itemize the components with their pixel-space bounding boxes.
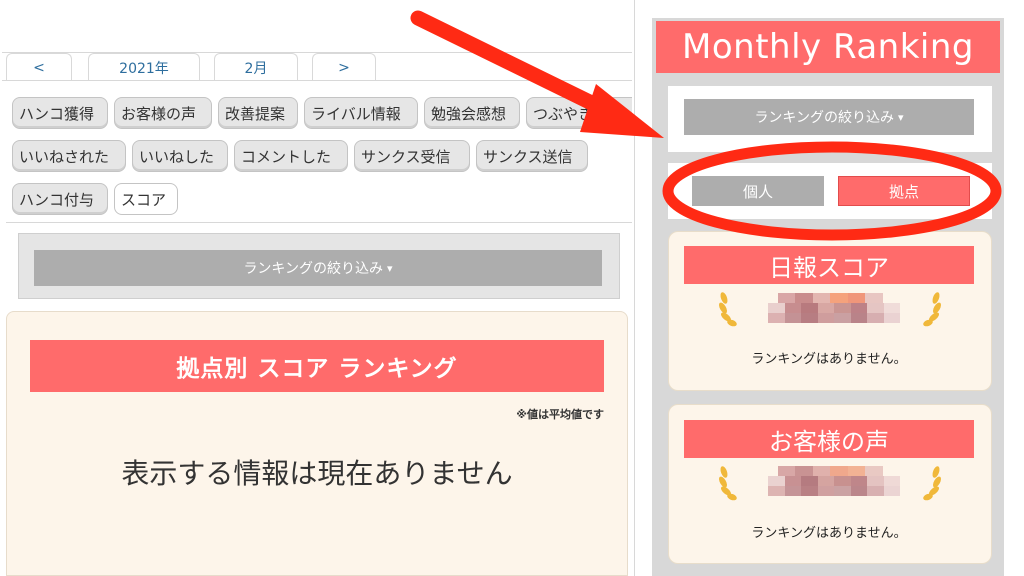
chip-score[interactable]: スコア	[114, 183, 178, 215]
ranking-filter-button[interactable]: ランキングの絞り込み ▾	[34, 250, 602, 286]
sidebar-title: Monthly Ranking	[656, 21, 1000, 73]
month-navigation: < 2021年 2月 >	[0, 53, 634, 81]
personal-toggle-button[interactable]: 個人	[692, 176, 824, 206]
sidebar-filter-label: ランキングの絞り込み	[754, 110, 895, 126]
chip-like[interactable]: いいねした	[132, 140, 228, 172]
chip-improvement[interactable]: 改善提案	[218, 97, 298, 129]
main-pane: < 2021年 2月 > ハンコ獲得 お客様の声 改善提案 ライバル情報 勉強会…	[0, 0, 636, 576]
laurel-icon	[918, 290, 944, 330]
chip-commented[interactable]: コメントした	[234, 140, 348, 172]
ranking-title: 拠点別 スコア ランキング	[30, 340, 604, 392]
average-note: ※値は平均値です	[516, 408, 604, 421]
prev-month-tab[interactable]: <	[6, 53, 72, 81]
laurel-icon	[918, 464, 944, 504]
next-month-tab[interactable]: >	[312, 53, 376, 81]
card-title: 日報スコア	[684, 246, 974, 284]
sidebar-filter-button[interactable]: ランキングの絞り込み ▾	[684, 99, 974, 135]
divider	[634, 0, 635, 576]
divider	[6, 222, 632, 223]
divider	[2, 80, 632, 81]
filter-label: ランキングの絞り込み	[243, 261, 384, 277]
chevron-down-icon: ▾	[387, 261, 393, 275]
year-tab[interactable]: 2021年	[88, 53, 200, 81]
chip-hanko-get[interactable]: ハンコ獲得	[12, 97, 108, 129]
blurred-name	[768, 466, 900, 506]
chip-study-report[interactable]: 勉強会感想	[424, 97, 520, 129]
chip-liked[interactable]: いいねされた	[12, 140, 126, 172]
month-tab[interactable]: 2月	[214, 53, 298, 81]
chip-rival-info[interactable]: ライバル情報	[304, 97, 418, 129]
chip-tweet[interactable]: つぶやき	[526, 97, 632, 129]
laurel-icon	[716, 290, 742, 330]
empty-message: 表示する情報は現在ありません	[121, 457, 513, 490]
card-title: お客様の声	[684, 420, 974, 458]
chip-hanko-give[interactable]: ハンコ付与	[12, 183, 108, 215]
chip-thanks-received[interactable]: サンクス受信	[354, 140, 470, 172]
laurel-icon	[716, 464, 742, 504]
chip-thanks-sent[interactable]: サンクス送信	[476, 140, 588, 172]
card-empty-message: ランキングはありません。	[751, 352, 907, 367]
card-empty-message: ランキングはありません。	[751, 526, 907, 541]
chevron-down-icon: ▾	[898, 110, 904, 124]
base-toggle-button[interactable]: 拠点	[838, 176, 970, 206]
chip-customer-voice[interactable]: お客様の声	[114, 97, 212, 129]
blurred-name	[768, 293, 900, 333]
